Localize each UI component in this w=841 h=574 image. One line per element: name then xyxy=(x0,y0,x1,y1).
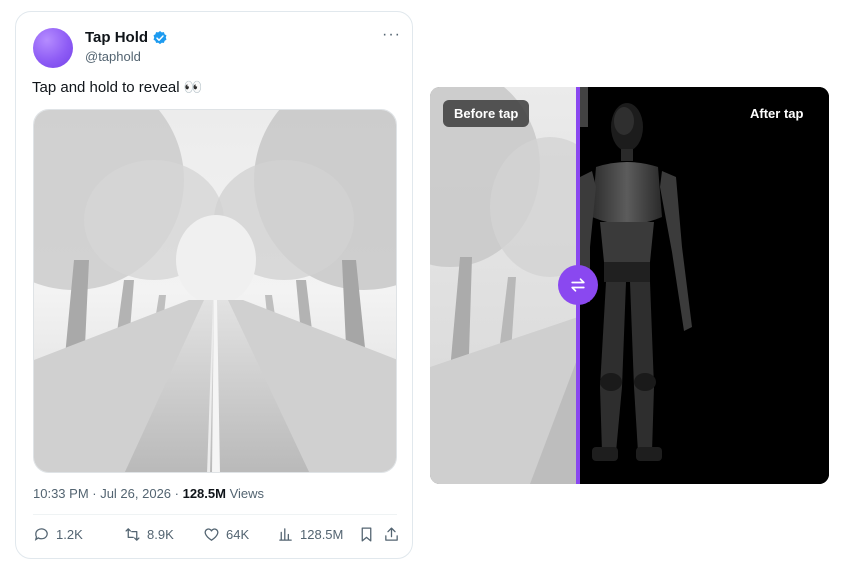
avatar[interactable] xyxy=(33,28,73,68)
bookmark-button[interactable] xyxy=(358,526,375,543)
share-button[interactable] xyxy=(383,526,400,543)
tweet-media-image[interactable] xyxy=(33,109,397,473)
share-icon xyxy=(385,527,398,541)
author-name[interactable]: Tap Hold xyxy=(85,29,168,46)
views-action-count: 128.5M xyxy=(300,527,344,542)
views-label: Views xyxy=(225,486,265,501)
road-image xyxy=(34,110,396,472)
bookmark-icon xyxy=(361,527,372,542)
like-count: 64K xyxy=(226,527,250,542)
author-handle[interactable]: @taphold xyxy=(85,49,141,64)
comparison-image xyxy=(430,87,829,484)
author-name-text: Tap Hold xyxy=(85,29,149,46)
before-after-comparison[interactable]: Before tap After tap xyxy=(430,87,829,484)
verified-badge-icon xyxy=(153,30,167,44)
tweet-meta: 10:33 PM · Jul 26, 2026 · 128.5M Views xyxy=(33,486,264,501)
divider xyxy=(33,514,397,515)
tweet-actions: 1.2K 8.9K 64K 128.5M xyxy=(33,526,400,544)
reply-icon xyxy=(34,528,48,541)
reply-count: 1.2K xyxy=(56,527,83,542)
more-horizontal-icon[interactable]: ··· xyxy=(382,26,401,44)
tweet-text: Tap and hold to reveal 👀 xyxy=(32,79,203,96)
tweet-card: Tap Hold @taphold ··· Tap and hold to re… xyxy=(15,11,413,559)
heart-icon xyxy=(204,528,219,541)
bar-chart-icon xyxy=(279,528,292,541)
after-tap-label[interactable]: After tap xyxy=(739,100,814,127)
retweet-icon xyxy=(125,528,140,541)
retweet-count: 8.9K xyxy=(147,527,174,542)
swap-button[interactable] xyxy=(558,265,598,305)
views-button[interactable]: 128.5M xyxy=(277,526,343,543)
like-button[interactable]: 64K xyxy=(203,526,249,543)
tweet-timestamp[interactable]: 10:33 PM · Jul 26, 2026 · xyxy=(33,486,183,501)
before-tap-label[interactable]: Before tap xyxy=(443,100,530,127)
retweet-button[interactable]: 8.9K xyxy=(124,526,174,543)
reply-button[interactable]: 1.2K xyxy=(33,526,83,543)
swap-arrows-icon xyxy=(571,278,585,292)
views-count: 128.5M xyxy=(182,486,226,501)
